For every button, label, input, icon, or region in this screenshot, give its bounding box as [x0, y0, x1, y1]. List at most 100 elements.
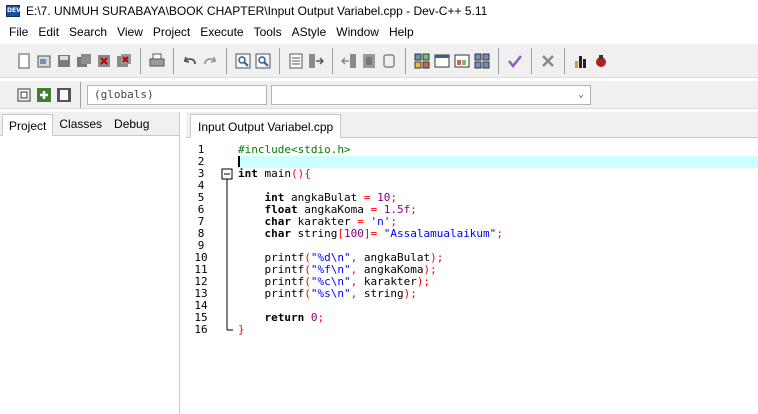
menu-tools[interactable]: Tools	[249, 22, 287, 42]
code-token: ;	[496, 227, 503, 240]
code-token: "Assalamualaikum"	[383, 227, 497, 240]
menu-file[interactable]: File	[4, 22, 33, 42]
code-token: }	[238, 323, 245, 336]
tab-project[interactable]: Project	[2, 114, 54, 136]
toolbar-separator	[564, 47, 565, 74]
replace-icon[interactable]	[255, 53, 271, 69]
toolbar-separator	[405, 47, 406, 74]
toggle-comment-icon[interactable]	[361, 53, 377, 69]
secondary-toolbar: (globals) ⌄	[0, 81, 758, 109]
code-token: ]=	[363, 227, 378, 240]
code-token: string	[290, 227, 338, 240]
code-line[interactable]: printf("%s\n", string);	[238, 288, 758, 300]
code-token: string	[357, 287, 404, 300]
code-token: main	[257, 167, 291, 180]
close-all-icon[interactable]	[116, 53, 132, 69]
menu-edit[interactable]: Edit	[33, 22, 64, 42]
toolbar-separator	[332, 47, 333, 74]
save-all-icon[interactable]	[76, 53, 92, 69]
code-token: [	[337, 227, 344, 240]
chevron-down-icon[interactable]: ⌄	[578, 89, 584, 100]
debug-icon[interactable]	[593, 53, 609, 69]
code-token: ;	[317, 311, 325, 324]
code-token: 100	[343, 227, 364, 240]
menu-project[interactable]: Project	[148, 22, 195, 42]
run-icon[interactable]	[434, 53, 450, 69]
goto-icon[interactable]	[288, 53, 304, 69]
text-caret	[238, 156, 240, 167]
bookmark-icon[interactable]	[381, 53, 397, 69]
devcpp-app-icon[interactable]: DEV	[6, 5, 21, 17]
code-token: ;	[410, 203, 417, 216]
editor-tabs: Input Output Variabel.cpp	[186, 112, 758, 138]
class-scope-value: (globals)	[94, 88, 154, 101]
class-scope-combo[interactable]: (globals)	[87, 84, 267, 105]
project-browser	[0, 136, 179, 414]
function-scope-combo[interactable]: ⌄	[271, 84, 591, 105]
menu-help[interactable]: Help	[384, 22, 419, 42]
find-icon[interactable]	[235, 53, 251, 69]
code-token: printf	[238, 287, 305, 300]
toolbar-separator	[140, 47, 141, 74]
undo-icon[interactable]	[182, 53, 198, 69]
tab-debug[interactable]: Debug	[108, 113, 155, 135]
left-panel: Project Classes Debug	[0, 112, 180, 414]
editor-area: Input Output Variabel.cpp 1 2 3 4 5 6 7 8 9 10 11 1…	[186, 112, 758, 414]
menu-bar: File Edit Search View Project Execute To…	[0, 22, 758, 42]
code-token: char	[238, 227, 291, 240]
compile-icon[interactable]	[414, 53, 430, 69]
open-icon[interactable]	[36, 53, 52, 69]
menu-execute[interactable]: Execute	[195, 22, 248, 42]
tab-input-output-variabel[interactable]: Input Output Variabel.cpp	[190, 114, 342, 138]
compile-run-icon[interactable]	[454, 53, 470, 69]
redo-icon[interactable]	[202, 53, 218, 69]
close-icon[interactable]	[96, 53, 112, 69]
toolbar-separator	[173, 47, 174, 74]
left-panel-tabs: Project Classes Debug	[0, 112, 179, 136]
toolbar-separator	[531, 47, 532, 74]
indent-icon[interactable]	[308, 53, 324, 69]
code-token: );	[403, 287, 417, 300]
code-text[interactable]: #include<stdio.h> int main(){ int angkaBu…	[238, 138, 758, 414]
stop-icon[interactable]	[540, 53, 556, 69]
code-line[interactable]: char string[100]= "Assalamualaikum";	[238, 228, 758, 240]
menu-astyle[interactable]: AStyle	[287, 22, 332, 42]
code-token: (	[304, 287, 311, 300]
toolbar-separator	[498, 47, 499, 74]
code-token: "%s\n"	[310, 287, 351, 300]
window-title: E:\7. UNMUH SURABAYA\BOOK CHAPTER\Input …	[26, 4, 488, 18]
menu-window[interactable]: Window	[331, 22, 384, 42]
code-token: int	[238, 167, 258, 180]
code-token: (){	[291, 167, 311, 180]
fold-markers	[221, 168, 233, 331]
toolbar-separator	[279, 47, 280, 74]
code-token: #include<stdio.h>	[238, 143, 351, 156]
toolbar-separator	[226, 47, 227, 74]
code-line[interactable]: return 0;	[238, 312, 758, 324]
code-line[interactable]: #include<stdio.h>	[238, 144, 758, 156]
code-editor[interactable]: 1 2 3 4 5 6 7 8 9 10 11 12 13 14 15 16 #include<stdio.h…	[186, 138, 758, 414]
code-line[interactable]: }	[238, 324, 758, 336]
code-token: return	[238, 311, 305, 324]
toolbar-separator	[80, 81, 81, 108]
remove-from-project-icon[interactable]	[56, 87, 72, 103]
main-toolbar	[0, 44, 758, 78]
code-line[interactable]	[238, 156, 758, 168]
print-icon[interactable]	[149, 53, 165, 69]
code-line[interactable]: int main(){	[238, 168, 758, 180]
unindent-icon[interactable]	[341, 53, 357, 69]
new-file-icon[interactable]	[16, 53, 32, 69]
tab-classes[interactable]: Classes	[53, 113, 108, 135]
syntax-check-icon[interactable]	[507, 53, 523, 69]
add-to-project-icon[interactable]	[36, 87, 52, 103]
menu-search[interactable]: Search	[64, 22, 112, 42]
line-number-gutter: 1 2 3 4 5 6 7 8 9 10 11 12 13 14 15 16	[186, 138, 216, 414]
menu-view[interactable]: View	[112, 22, 148, 42]
profile-icon[interactable]	[573, 53, 589, 69]
rebuild-icon[interactable]	[474, 53, 490, 69]
code-token: );	[416, 275, 431, 288]
save-icon[interactable]	[56, 53, 72, 69]
line-number: 16	[194, 323, 208, 336]
insert-icon[interactable]	[16, 87, 32, 103]
